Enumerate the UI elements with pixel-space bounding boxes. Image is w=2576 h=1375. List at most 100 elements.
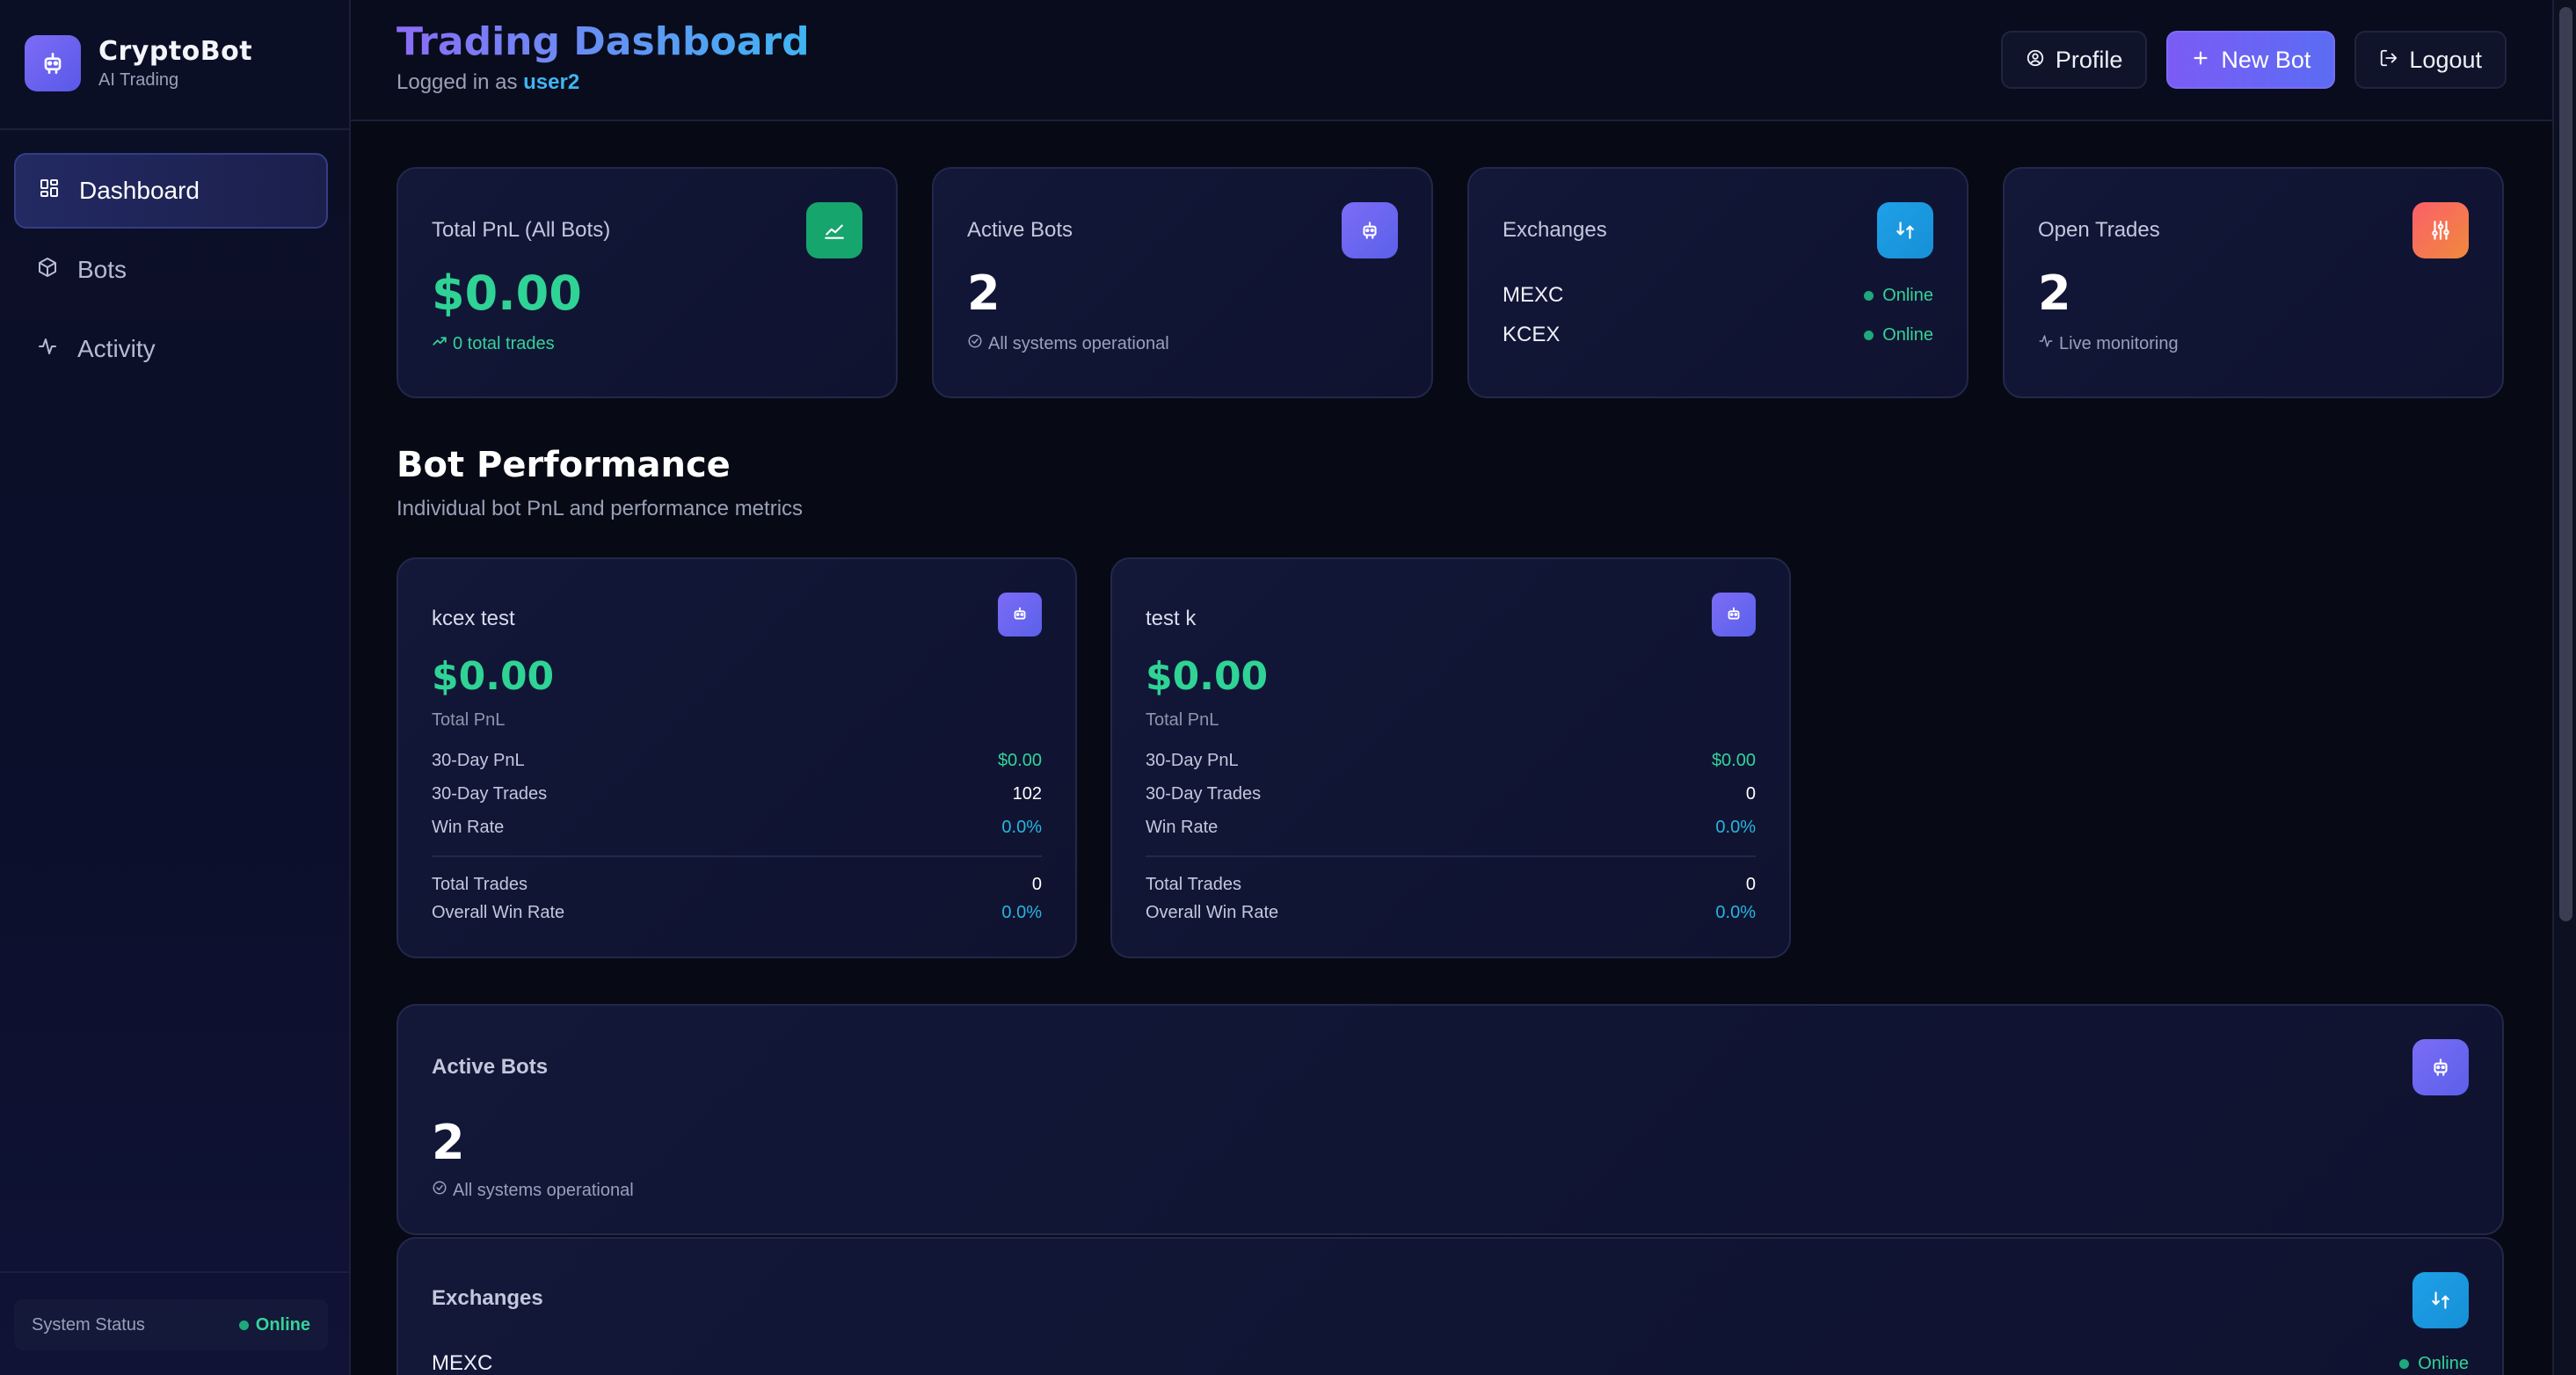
metric-label: Overall Win Rate: [1146, 903, 1279, 922]
brand-subtitle: AI Trading: [98, 70, 179, 90]
metric-row: 30-Day Trades 0: [1146, 784, 1756, 804]
pulse-icon: [37, 335, 58, 363]
card-label: Active Bots: [967, 218, 1073, 242]
bot-pnl: $0.00: [432, 654, 555, 699]
metric-label: 30-Day PnL: [432, 751, 525, 770]
sliders-icon: [2412, 202, 2469, 258]
bot-name: kcex test: [432, 607, 515, 630]
metric-label: 30-Day Trades: [432, 784, 548, 804]
exchange-name: MEXC: [432, 1351, 493, 1375]
exchanges-wide-card: Exchanges MEXC Online: [397, 1237, 2504, 1375]
new-bot-label: New Bot: [2221, 46, 2311, 73]
card-label: Total PnL (All Bots): [432, 218, 611, 242]
box-icon: [37, 256, 58, 284]
status-dot-icon: [238, 1320, 249, 1330]
divider: [432, 855, 1042, 857]
metric-row: Win Rate 0.0%: [1146, 818, 1756, 838]
section-title: Bot Performance: [397, 445, 731, 485]
card-label: Exchanges: [432, 1286, 543, 1310]
note-text: Live monitoring: [2059, 333, 2179, 353]
swap-icon: [1877, 202, 1933, 258]
system-status-value: Online: [238, 1314, 310, 1335]
swap-icon: [2412, 1272, 2469, 1328]
status-dot-icon: [1864, 330, 1874, 340]
sidebar-item-label: Activity: [77, 335, 156, 362]
metric-row: Total Trades 0: [432, 875, 1042, 895]
active-bots-card: Active Bots 2 All systems operational: [932, 167, 1433, 398]
exchange-name: MEXC: [1503, 283, 1564, 307]
logout-button[interactable]: Logout: [2354, 31, 2507, 89]
note-text: All systems operational: [988, 333, 1169, 353]
logout-icon: [2379, 47, 2398, 74]
metric-value: 0: [1745, 784, 1756, 804]
scrollbar-thumb[interactable]: [2559, 7, 2572, 921]
sidebar-nav: Dashboard Bots Activity: [14, 153, 328, 390]
monitoring-note: Live monitoring: [2038, 333, 2179, 354]
robot-icon: [998, 593, 1042, 637]
metric-row: Win Rate 0.0%: [432, 818, 1042, 838]
divider: [0, 128, 349, 130]
robot-icon: [1712, 593, 1756, 637]
brand[interactable]: CryptoBot AI Trading: [25, 35, 252, 91]
metric-label: 30-Day PnL: [1146, 751, 1239, 770]
status-dot-icon: [1864, 290, 1874, 301]
exchange-row: MEXC Online: [432, 1351, 2469, 1375]
sidebar-item-label: Dashboard: [79, 177, 200, 204]
metric-value: 0.0%: [1715, 818, 1756, 837]
metric-value: 102: [1012, 784, 1042, 804]
exchange-row: KCEX Online: [1503, 323, 1933, 347]
card-label: Open Trades: [2038, 218, 2160, 242]
status-note: All systems operational: [432, 1180, 634, 1201]
check-circle-icon: [432, 1180, 448, 1201]
robot-icon: [1342, 202, 1398, 258]
open-trades-card: Open Trades 2 Live monitoring: [2003, 167, 2504, 398]
bot-card[interactable]: test k $0.00 Total PnL 30-Day PnL $0.00 3…: [1110, 557, 1791, 958]
card-label: Active Bots: [432, 1055, 549, 1079]
status-dot-icon: [2399, 1358, 2410, 1369]
header: Trading Dashboard Logged in as user2 Pro…: [351, 0, 2552, 121]
note-text: 0 total trades: [453, 333, 555, 353]
open-trades-value: 2: [2038, 266, 2071, 321]
grid-icon: [39, 177, 60, 205]
page-title: Trading Dashboard: [397, 19, 810, 64]
divider: [0, 1271, 349, 1273]
exchange-status-text: Online: [1882, 285, 1933, 305]
sidebar-item-bots[interactable]: Bots: [14, 232, 328, 308]
metric-value: 0: [1745, 875, 1756, 894]
metric-row: Overall Win Rate 0.0%: [432, 903, 1042, 923]
metric-label: Win Rate: [1146, 818, 1219, 837]
metric-value: 0: [1031, 875, 1042, 894]
plus-icon: [2191, 47, 2210, 74]
logged-in-prefix: Logged in as: [397, 70, 518, 94]
bot-card[interactable]: kcex test $0.00 Total PnL 30-Day PnL $0.0…: [397, 557, 1077, 958]
metric-row: 30-Day PnL $0.00: [1146, 751, 1756, 771]
total-trades-note: 0 total trades: [432, 333, 555, 354]
exchange-status: Online: [2399, 1354, 2469, 1374]
system-status: System Status Online: [14, 1299, 328, 1350]
check-circle-icon: [967, 333, 983, 354]
trend-up-icon: [432, 333, 448, 354]
metric-value: 0.0%: [1715, 903, 1756, 922]
divider: [1146, 855, 1756, 857]
metric-value: $0.00: [1711, 751, 1756, 770]
metric-row: 30-Day PnL $0.00: [432, 751, 1042, 771]
bot-pnl-label: Total PnL: [1146, 710, 1219, 730]
pulse-icon: [2038, 333, 2054, 354]
header-actions: Profile New Bot Logout: [2000, 31, 2507, 89]
bot-name: test k: [1146, 607, 1197, 630]
profile-button[interactable]: Profile: [2000, 31, 2148, 89]
logged-in-text: Logged in as user2: [397, 70, 579, 95]
new-bot-button[interactable]: New Bot: [2166, 31, 2336, 89]
brand-name: CryptoBot: [98, 36, 253, 67]
scrollbar[interactable]: [2552, 0, 2576, 1375]
active-bots-value: 2: [432, 1115, 465, 1170]
exchange-status: Online: [1864, 325, 1933, 346]
sidebar: CryptoBot AI Trading Dashboard Bots Acti…: [0, 0, 351, 1375]
system-status-text: Online: [255, 1314, 310, 1335]
sidebar-item-dashboard[interactable]: Dashboard: [14, 153, 328, 229]
exchange-status-text: Online: [2418, 1353, 2469, 1373]
metric-value: $0.00: [997, 751, 1042, 770]
sidebar-item-activity[interactable]: Activity: [14, 311, 328, 387]
section-subtitle: Individual bot PnL and performance metri…: [397, 497, 804, 520]
exchange-status: Online: [1864, 286, 1933, 306]
